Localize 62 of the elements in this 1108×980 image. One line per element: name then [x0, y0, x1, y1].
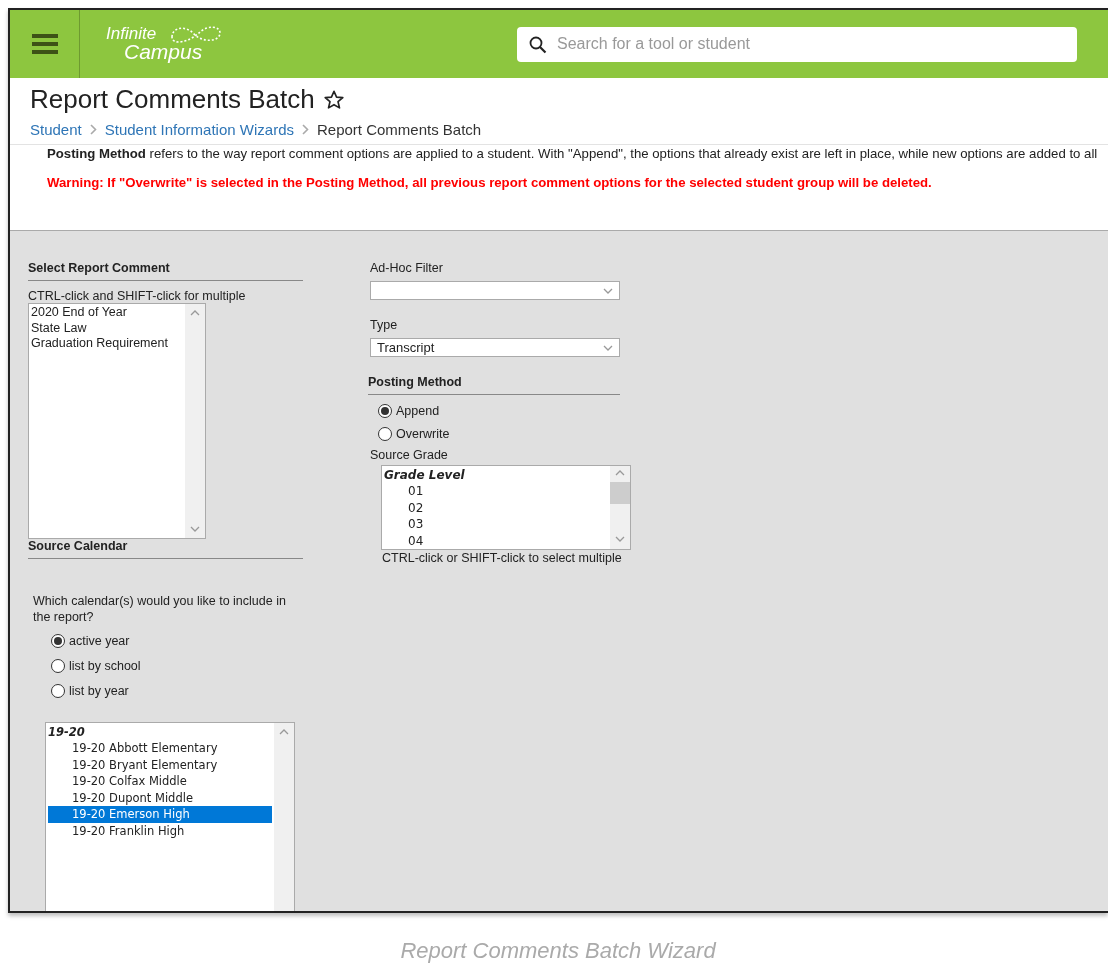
- list-option[interactable]: 04: [384, 532, 608, 549]
- hint-text: CTRL-click and SHIFT-click for multiple: [28, 289, 247, 303]
- report-comment-list[interactable]: 2020 End of Year State Law Graduation Requirement: [28, 303, 206, 539]
- scrollbar[interactable]: [274, 723, 294, 911]
- page-title: Report Comments Batch: [30, 84, 315, 115]
- grade-list[interactable]: Grade Level 01 02 03 04: [381, 465, 631, 550]
- chevron-icon: [603, 344, 613, 351]
- radio-label: list by year: [69, 683, 129, 698]
- type-dropdown[interactable]: Transcript: [370, 338, 620, 357]
- breadcrumb-link[interactable]: Student: [30, 121, 82, 138]
- menu-icon[interactable]: [31, 33, 58, 55]
- radio-label: Overwrite: [396, 426, 450, 441]
- breadcrumb-link[interactable]: Student Information Wizards: [104, 121, 294, 138]
- breadcrumb-current: Report Comments Batch: [317, 121, 482, 138]
- radio-label: list by school: [69, 658, 141, 673]
- search-icon: [529, 35, 547, 54]
- section-heading: Select Report Comment: [28, 261, 303, 281]
- radio-label: Append: [396, 403, 440, 418]
- section-heading: Source Calendar: [28, 539, 303, 559]
- scrollbar[interactable]: [185, 304, 205, 538]
- list-option[interactable]: 01: [384, 483, 608, 500]
- list-option[interactable]: State Law: [31, 320, 183, 336]
- group-heading: Grade Level: [384, 467, 466, 483]
- search-field[interactable]: Search for a tool or student: [517, 26, 1077, 62]
- list-option[interactable]: 19-20 Abbott Elementary: [48, 740, 272, 757]
- list-option[interactable]: 19-20 Emerson High: [48, 806, 272, 823]
- chevron-icon: [190, 310, 200, 316]
- figure-caption: Report Comments Batch Wizard: [399, 938, 718, 964]
- description-text: Posting Method refers to the way report comment options are applied to a student. With "Append", the options that already exist are left in place, while new options are added to all: [47, 146, 1099, 161]
- question-text: Which calendar(s) would you like to include in the report?: [33, 593, 287, 625]
- chevron-icon: [603, 287, 613, 294]
- radio-button[interactable]: [378, 403, 392, 418]
- list-option[interactable]: 19-20 Colfax Middle: [48, 773, 272, 790]
- list-option[interactable]: 03: [384, 516, 608, 533]
- field-label: Type: [370, 318, 399, 332]
- list-option[interactable]: Graduation Requirement: [31, 336, 183, 352]
- list-option[interactable]: 02: [384, 499, 608, 516]
- hint-text: CTRL-click or SHIFT-click to select multiple: [382, 551, 623, 565]
- field-label: Source Grade: [370, 448, 449, 462]
- calendar-list[interactable]: 19-20 19-20 Abbott Elementary 19-20 Bryant Elementary 19-20 Colfax Middle 19-20 Dupont Middle 19-20 Emerson High 19-20 Franklin High: [45, 722, 295, 911]
- radio-button[interactable]: [51, 633, 65, 648]
- chevron-icon: [190, 526, 200, 532]
- radio-button[interactable]: [51, 658, 65, 673]
- list-option[interactable]: 19-20 Bryant Elementary: [48, 756, 272, 774]
- radio-button[interactable]: [51, 683, 65, 698]
- scrollbar[interactable]: [610, 466, 630, 549]
- list-option[interactable]: 19-20 Franklin High: [48, 822, 272, 840]
- chevron-icon: [615, 470, 625, 476]
- field-label: Ad-Hoc Filter: [370, 261, 444, 275]
- chevron-right-icon: [89, 124, 97, 135]
- group-heading: 19-20: [48, 724, 86, 740]
- chevron-icon: [279, 729, 289, 735]
- warning-text: Warning: If "Overwrite" is selected in the Posting Method, all previous report comment options for the selected student group will be deleted.: [47, 175, 933, 190]
- chevron-right-icon: [302, 124, 309, 135]
- list-option[interactable]: 2020 End of Year: [31, 305, 183, 321]
- section-heading: Posting Method: [368, 375, 620, 395]
- radio-button[interactable]: [378, 426, 392, 441]
- star-icon[interactable]: [322, 88, 345, 111]
- logo: Infinite Campus: [106, 22, 224, 66]
- chevron-icon: [615, 536, 625, 542]
- radio-label: active year: [69, 633, 130, 648]
- list-option[interactable]: 19-20 Dupont Middle: [48, 789, 272, 807]
